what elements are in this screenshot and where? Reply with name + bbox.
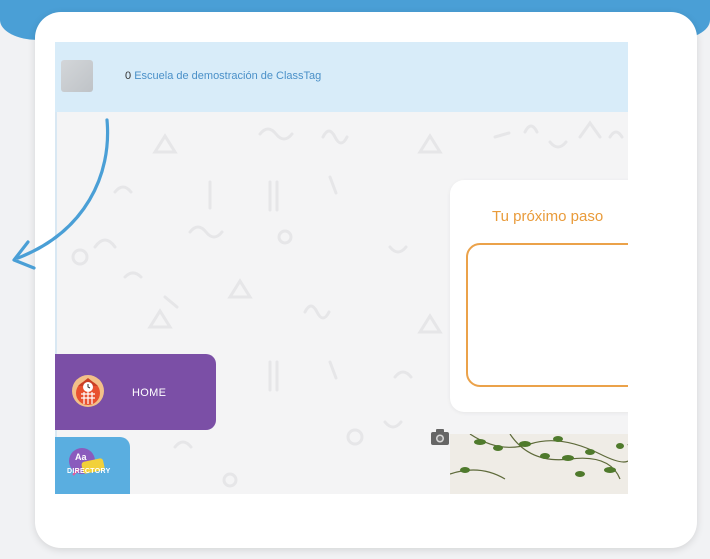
- next-step-box[interactable]: [466, 243, 628, 387]
- house-clock-icon: [72, 375, 104, 407]
- directory-badge-icon: Aa: [69, 448, 105, 476]
- notification-count: 0: [125, 70, 132, 82]
- directory-label: DIRECTORY: [67, 468, 111, 475]
- school-avatar[interactable]: [61, 60, 93, 92]
- plant-photo: [450, 434, 628, 494]
- cover-photo[interactable]: [450, 434, 628, 494]
- camera-icon[interactable]: [430, 428, 450, 446]
- school-line: 0 Escuela de demostración de ClassTag: [125, 70, 321, 82]
- next-step-panel: Tu próximo paso: [450, 180, 628, 412]
- home-button[interactable]: HOME: [55, 354, 216, 430]
- app-viewport: 0 Escuela de demostración de ClassTag Tu…: [55, 42, 628, 494]
- svg-text:Aa: Aa: [75, 452, 87, 462]
- home-label: HOME: [132, 387, 167, 399]
- next-step-title: Tu próximo paso: [492, 208, 604, 225]
- school-bar: 0 Escuela de demostración de ClassTag: [55, 42, 628, 112]
- directory-button[interactable]: Aa DIRECTORY: [55, 437, 130, 494]
- school-name-link[interactable]: Escuela de demostración de ClassTag: [134, 70, 321, 82]
